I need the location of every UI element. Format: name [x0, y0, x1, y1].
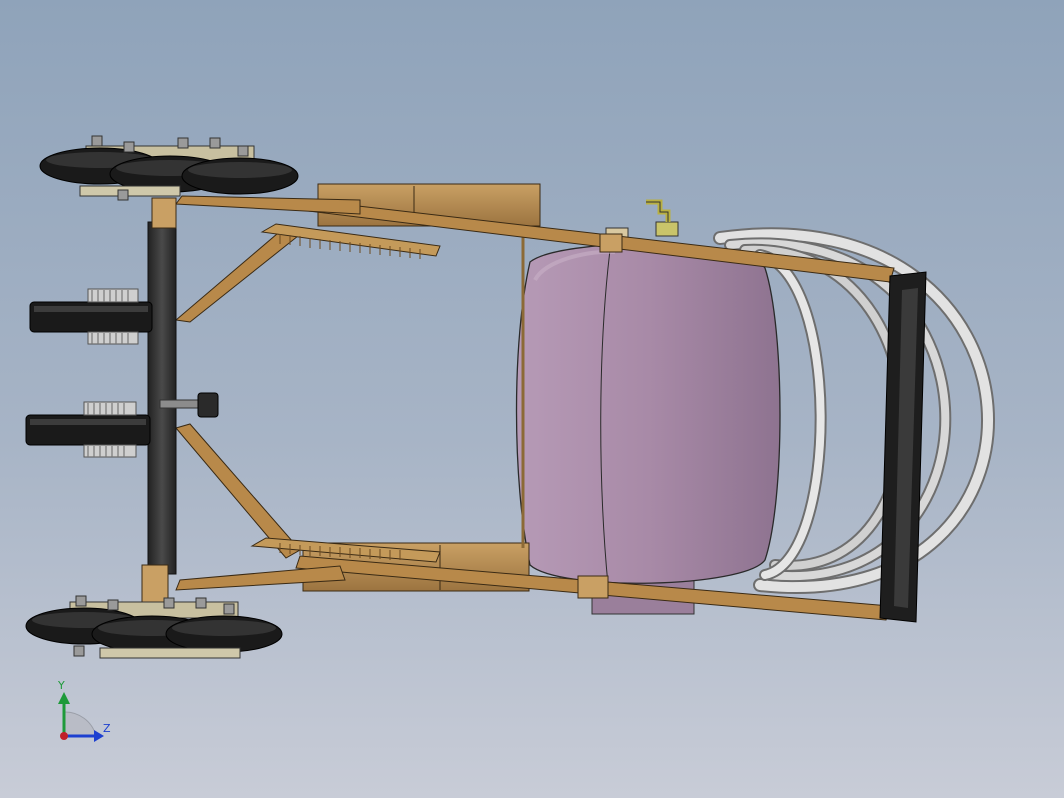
bottom-wheel-cluster — [25, 595, 283, 659]
axis-triad — [58, 692, 104, 742]
y-axis-label: Y — [58, 679, 65, 692]
stair-climbing-trolley-model — [25, 135, 995, 742]
z-axis-label: Z — [103, 722, 111, 735]
x-axis-dot — [60, 732, 68, 740]
tank-cap — [655, 221, 679, 237]
rod-threads — [279, 234, 421, 560]
lower-brace — [175, 423, 301, 559]
cad-viewport[interactable]: Y Z — [0, 0, 1064, 798]
shaft-collar-top — [151, 197, 177, 229]
handle-grip — [879, 271, 927, 623]
middle-wheels — [25, 288, 153, 458]
top-wheel-cluster — [39, 135, 299, 201]
